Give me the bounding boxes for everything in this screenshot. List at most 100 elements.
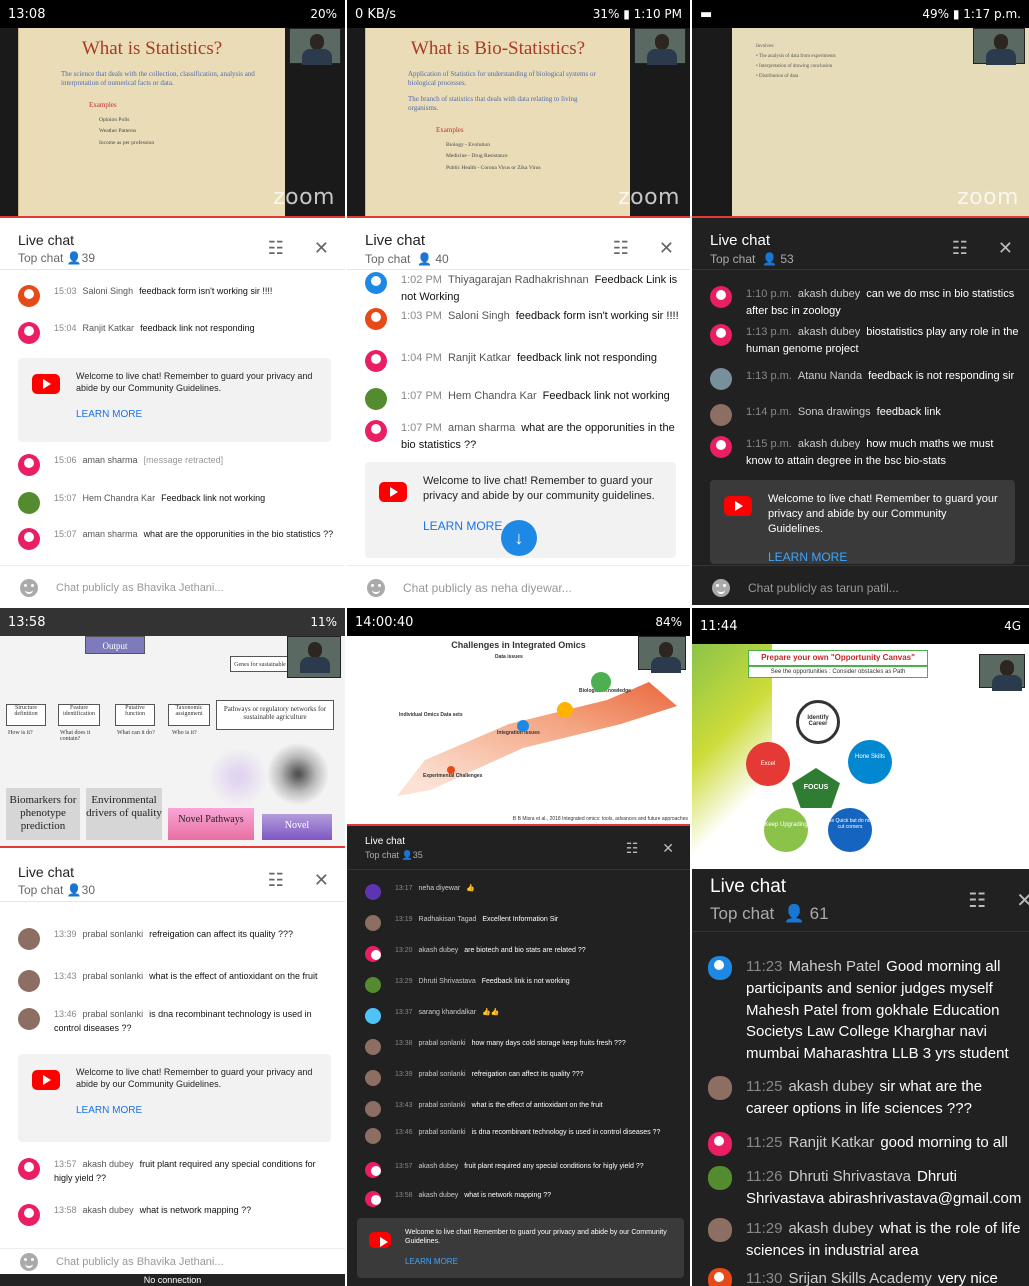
learn-more-link[interactable]: LEARN MORE (768, 549, 1003, 565)
emoji-icon[interactable] (712, 578, 730, 597)
message-author[interactable]: prabal sonlanki (419, 1129, 466, 1136)
welcome-text: Welcome to live chat! Remember to guard … (423, 475, 655, 502)
filter-settings-icon[interactable]: ☷ (613, 238, 629, 259)
diagram-pathways: Pathways or regulatory networks for sust… (216, 700, 334, 730)
zoom-logo: zoom (957, 838, 1019, 863)
message-author[interactable]: neha diyewar (419, 885, 461, 892)
message-author[interactable]: Saloni Singh (83, 286, 134, 296)
status-bar: 14:00:40 84% (347, 608, 690, 636)
message-author[interactable]: prabal sonlanki (419, 1040, 466, 1047)
avatar (708, 1076, 732, 1100)
welcome-banner: Welcome to live chat! Remember to guard … (18, 1054, 331, 1142)
message-author[interactable]: akash dubey (83, 1159, 134, 1169)
message-author[interactable]: prabal sonlanki (83, 971, 144, 981)
message-author[interactable]: Ranjit Katkar (448, 352, 511, 364)
scroll-to-bottom-button[interactable]: ↓ (501, 520, 537, 556)
emoji-icon[interactable] (367, 578, 385, 597)
status-bar: ▬ 49% ▮ 1:17 p.m. (692, 0, 1029, 28)
message-author[interactable]: Hem Chandra Kar (448, 390, 537, 402)
close-icon[interactable]: ✕ (659, 238, 674, 259)
avatar (18, 528, 40, 550)
message-author[interactable]: Mahesh Patel (788, 958, 880, 975)
chat-input[interactable]: Chat publicly as tarun patil... (692, 565, 1029, 605)
chat-header: Live chat Top chat 👤 53 ☷ ✕ (692, 222, 1029, 270)
message-author[interactable]: akash dubey (419, 1192, 459, 1199)
message-author[interactable]: prabal sonlanki (419, 1102, 466, 1109)
chat-message: 13:37 sarang khandalkar 👍👍 (365, 1008, 680, 1024)
chat-input[interactable]: Chat publicly as Bhavika Jethani... (0, 565, 345, 605)
video-player[interactable]: Output Genes for sustainable Structure d… (0, 636, 345, 846)
learn-more-link[interactable]: LEARN MORE (405, 1257, 672, 1268)
diagram-box: Feature identification (58, 704, 100, 726)
message-author[interactable]: Sona drawings (798, 406, 871, 418)
filter-settings-icon[interactable]: ☷ (268, 870, 284, 891)
message-author[interactable]: Dhruti Shrivastava (419, 978, 476, 985)
progress-bar[interactable] (0, 216, 345, 218)
progress-bar[interactable] (0, 846, 345, 848)
message-text: refreigation can affect its quality ??? (149, 929, 293, 939)
emoji-icon[interactable] (20, 1252, 38, 1271)
presenter-camera (638, 636, 686, 673)
message-author[interactable]: Saloni Singh (448, 310, 510, 322)
network-speed: 0 KB/s (355, 6, 396, 22)
chat-message: 1:04 PM Ranjit Katkar feedback link not re… (365, 350, 680, 372)
message-author[interactable]: prabal sonlanki (419, 1071, 466, 1078)
message-author[interactable]: akash dubey (788, 1078, 873, 1095)
progress-bar[interactable] (692, 216, 1029, 218)
welcome-banner: Welcome to live chat! Remember to guard … (357, 1218, 684, 1278)
message-author[interactable]: akash dubey (419, 1163, 459, 1170)
video-player[interactable]: Challenges in Integrated Omics Data issu… (347, 636, 690, 824)
filter-settings-icon[interactable]: ☷ (268, 238, 284, 259)
video-player[interactable]: What is Bio-Statistics? Application of S… (347, 28, 690, 216)
message-author[interactable]: aman sharma (83, 455, 138, 465)
chat-input-placeholder: Chat publicly as Bhavika Jethani... (56, 1255, 224, 1268)
message-author[interactable]: Atanu Nanda (798, 370, 862, 382)
message-author[interactable]: Dhruti Shrivastava (788, 1168, 911, 1185)
message-author[interactable]: Ranjit Katkar (788, 1134, 874, 1151)
message-author[interactable]: Ranjit Katkar (83, 323, 135, 333)
chat-input-placeholder: Chat publicly as Bhavika Jethani... (56, 581, 224, 594)
close-icon[interactable]: ✕ (1016, 888, 1029, 913)
message-author[interactable]: akash dubey (788, 1220, 873, 1237)
message-time: 13:39 (395, 1071, 413, 1078)
avatar (18, 322, 40, 344)
video-player[interactable]: What is Statistics? The science that dea… (0, 28, 345, 216)
message-author[interactable]: akash dubey (798, 326, 860, 338)
presenter-camera (973, 28, 1025, 65)
progress-bar[interactable] (347, 824, 690, 826)
message-author[interactable]: Thiyagarajan Radhakrishnan (448, 274, 589, 286)
chat-input[interactable]: Chat publicly as Bhavika Jethani... (0, 1248, 345, 1274)
message-text: feedback form isn't working sir !!!! (139, 286, 273, 296)
message-author[interactable]: akash dubey (798, 288, 860, 300)
filter-settings-icon[interactable]: ☷ (968, 888, 986, 913)
learn-more-link[interactable]: LEARN MORE (76, 408, 319, 422)
message-time: 13:57 (54, 1159, 77, 1169)
close-icon[interactable]: ✕ (662, 840, 674, 857)
message-author[interactable]: aman sharma (448, 422, 515, 434)
chat-input[interactable]: Chat publicly as neha diyewar... (347, 565, 690, 605)
viewers-icon: 👤 (66, 883, 82, 897)
message-author[interactable]: akash dubey (798, 438, 860, 450)
learn-more-link[interactable]: LEARN MORE (423, 518, 664, 534)
message-author[interactable]: aman sharma (83, 529, 138, 539)
message-author[interactable]: prabal sonlanki (83, 1009, 144, 1019)
message-author[interactable]: akash dubey (419, 947, 459, 954)
message-author[interactable]: prabal sonlanki (83, 929, 144, 939)
filter-settings-icon[interactable]: ☷ (626, 840, 639, 857)
progress-bar[interactable] (347, 216, 690, 218)
video-player[interactable]: Prepare your own "Opportunity Canvas" Se… (692, 644, 1029, 869)
message-author[interactable]: akash dubey (83, 1205, 134, 1215)
learn-more-link[interactable]: LEARN MORE (76, 1104, 319, 1118)
video-player[interactable]: Involves: • The analysis of data from ex… (692, 28, 1029, 216)
welcome-text: Welcome to live chat! Remember to guard … (76, 1067, 313, 1090)
filter-settings-icon[interactable]: ☷ (952, 238, 968, 259)
chat-message: 13:20 akash dubey are biotech and bio stat… (365, 946, 680, 962)
close-icon[interactable]: ✕ (998, 238, 1013, 259)
close-icon[interactable]: ✕ (314, 238, 329, 259)
message-author[interactable]: Hem Chandra Kar (83, 493, 156, 503)
message-author[interactable]: Srijan Skills Academy (788, 1270, 931, 1286)
message-author[interactable]: sarang khandalkar (419, 1009, 477, 1016)
message-author[interactable]: Radhakisan Tagad (419, 916, 477, 923)
emoji-icon[interactable] (20, 578, 38, 597)
close-icon[interactable]: ✕ (314, 870, 329, 891)
